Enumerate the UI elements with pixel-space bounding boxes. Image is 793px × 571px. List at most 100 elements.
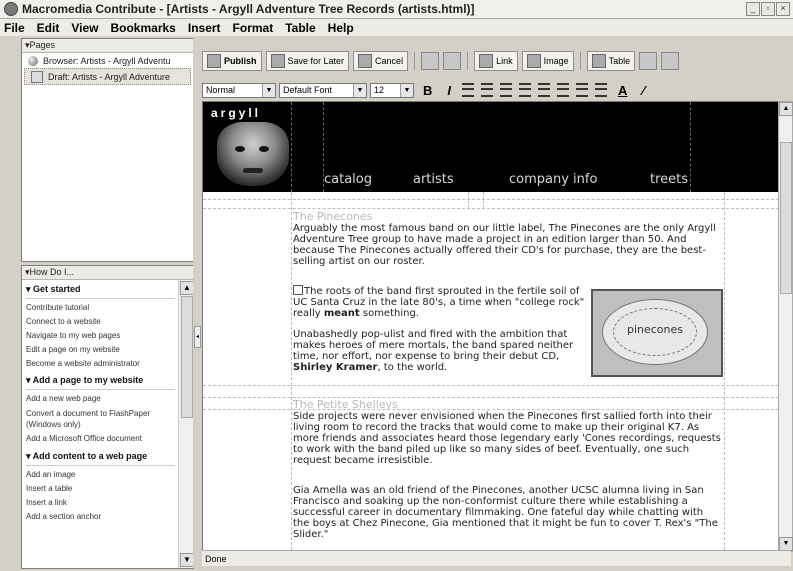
size-select[interactable]: 12 ▼ <box>370 82 414 98</box>
highlight-icon[interactable]: ∕ <box>636 83 650 98</box>
publish-label: Publish <box>224 56 257 66</box>
menu-table[interactable]: Table <box>279 21 321 35</box>
mascot-face-image <box>217 122 289 186</box>
outdent-icon[interactable] <box>576 83 589 97</box>
p3-text-a: Unabashedly pop-ulist and fired with the… <box>293 329 574 362</box>
section-get-started[interactable]: ▾ Get started <box>26 280 175 299</box>
spellcheck-icon[interactable] <box>443 52 462 70</box>
menu-bookmarks[interactable]: Bookmarks <box>104 21 181 35</box>
scroll-up-icon[interactable]: ▲ <box>779 102 793 116</box>
publish-icon <box>207 54 221 68</box>
font-select[interactable]: Default Font ▼ <box>279 82 367 98</box>
minimize-icon[interactable]: _ <box>746 2 760 16</box>
panel-splitter[interactable]: ◂ <box>193 38 201 568</box>
save-icon <box>270 54 285 68</box>
collapse-panel-icon[interactable]: ◂ <box>194 326 201 348</box>
size-value: 12 <box>374 85 385 95</box>
link-connect-website[interactable]: Connect to a website <box>26 315 175 329</box>
scroll-thumb[interactable] <box>181 296 193 418</box>
image-button[interactable]: Image <box>521 51 574 71</box>
menu-help[interactable]: Help <box>322 21 360 35</box>
link-insert-table[interactable]: Insert a table <box>26 482 175 496</box>
cancel-button[interactable]: Cancel <box>353 51 409 71</box>
site-logo: argyll <box>211 106 262 120</box>
nav-catalog[interactable]: catalog <box>324 172 372 187</box>
document-area[interactable]: argyll catalog artists company info tree… <box>202 101 780 551</box>
link-insert-link[interactable]: Insert a link <box>26 496 175 510</box>
indent-icon[interactable] <box>595 83 608 97</box>
menu-file[interactable]: File <box>0 21 31 35</box>
link-contribute-tutorial[interactable]: Contribute tutorial <box>26 301 175 315</box>
table-button[interactable]: Table <box>586 51 636 71</box>
align-left-icon[interactable] <box>462 83 475 97</box>
window-controls: _ ▫ × <box>746 2 790 16</box>
chevron-down-icon: ▼ <box>353 83 366 97</box>
menu-view[interactable]: View <box>65 21 104 35</box>
restore-icon[interactable]: ▫ <box>761 2 775 16</box>
nav-artists[interactable]: artists <box>413 172 454 187</box>
pinecones-logo-image[interactable]: pinecones <box>591 289 723 377</box>
link-section-anchor[interactable]: Add a section anchor <box>26 510 175 524</box>
align-right-icon[interactable] <box>500 83 513 97</box>
status-bar: Done <box>202 550 791 566</box>
align-center-icon[interactable] <box>481 83 494 97</box>
page-item-label: Browser: Artists - Argyll Adventu <box>43 55 171 66</box>
bulleted-list-icon[interactable] <box>557 83 570 97</box>
style-select[interactable]: Normal ▼ <box>202 82 276 98</box>
link-navigate-pages[interactable]: Navigate to my web pages <box>26 329 175 343</box>
link-become-admin[interactable]: Become a website administrator <box>26 357 175 371</box>
p2-bold: meant <box>323 308 360 319</box>
align-justify-icon[interactable] <box>519 83 532 97</box>
table-icon <box>591 54 606 68</box>
scroll-down-icon[interactable]: ▼ <box>779 537 793 551</box>
image-label: pinecones <box>626 323 684 336</box>
pages-panel: ▾Pages Browser: Artists - Argyll Adventu… <box>21 38 194 262</box>
pages-panel-header[interactable]: ▾Pages <box>22 39 193 53</box>
menu-format[interactable]: Format <box>227 21 280 35</box>
menu-insert[interactable]: Insert <box>182 21 227 35</box>
table-props-icon[interactable] <box>639 52 658 70</box>
nav-company-info[interactable]: company info <box>509 172 597 187</box>
how-do-i-scrollbar[interactable]: ▲ ▼ <box>178 280 193 568</box>
scroll-down-icon[interactable]: ▼ <box>180 553 193 567</box>
toolbar-separator <box>579 52 581 70</box>
page-item-label: Draft: Artists - Argyll Adventure <box>48 71 171 82</box>
anchor-icon <box>293 285 303 295</box>
link-add-office-doc[interactable]: Add a Microsoft Office document <box>26 433 175 444</box>
table-edit-icon[interactable] <box>661 52 680 70</box>
link-convert-flashpaper[interactable]: Convert a document to FlashPaper (Window… <box>26 408 175 430</box>
p3-text-b: , to the world. <box>377 362 448 373</box>
scroll-up-icon[interactable]: ▲ <box>180 281 193 295</box>
menu-edit[interactable]: Edit <box>31 21 66 35</box>
table-guide <box>483 192 484 208</box>
table-guide <box>203 409 779 410</box>
close-icon[interactable]: × <box>776 2 790 16</box>
page-item-draft[interactable]: Draft: Artists - Argyll Adventure <box>24 68 191 85</box>
how-do-i-header[interactable]: ▾How Do I... <box>22 266 193 280</box>
table-guide <box>203 397 779 398</box>
nav-treets[interactable]: treets <box>650 172 688 187</box>
link-add-image[interactable]: Add an image <box>26 468 175 482</box>
draft-icon <box>31 70 43 83</box>
page-item-browser[interactable]: Browser: Artists - Argyll Adventu <box>22 53 193 68</box>
link-button[interactable]: Link <box>474 51 518 71</box>
how-do-i-panel: ▾How Do I... ▾ Get started Contribute tu… <box>21 265 194 569</box>
italic-button[interactable]: I <box>441 83 457 98</box>
document-scrollbar[interactable]: ▲ ▼ <box>778 101 793 552</box>
scroll-thumb[interactable] <box>780 142 792 294</box>
section-add-content[interactable]: ▾ Add content to a web page <box>26 447 175 466</box>
bold-button[interactable]: B <box>417 83 438 98</box>
toolbar-separator <box>414 52 416 70</box>
globe-icon <box>28 55 38 66</box>
section-add-page[interactable]: ▾ Add a page to my website <box>26 371 175 390</box>
undo-icon[interactable] <box>421 52 440 70</box>
numbered-list-icon[interactable] <box>538 83 551 97</box>
title-bar: Macromedia Contribute - [Artists - Argyl… <box>0 0 793 19</box>
publish-button[interactable]: Publish <box>202 51 262 71</box>
link-add-new-page[interactable]: Add a new web page <box>26 392 175 406</box>
section-heading-petite-shelleys: The Petite Shelleys <box>293 398 398 411</box>
link-edit-page[interactable]: Edit a page on my website <box>26 343 175 357</box>
pinecones-paragraph-1: Arguably the most famous band on our lit… <box>293 223 716 267</box>
text-color-icon[interactable]: A <box>612 83 633 98</box>
save-for-later-button[interactable]: Save for Later <box>265 51 350 71</box>
